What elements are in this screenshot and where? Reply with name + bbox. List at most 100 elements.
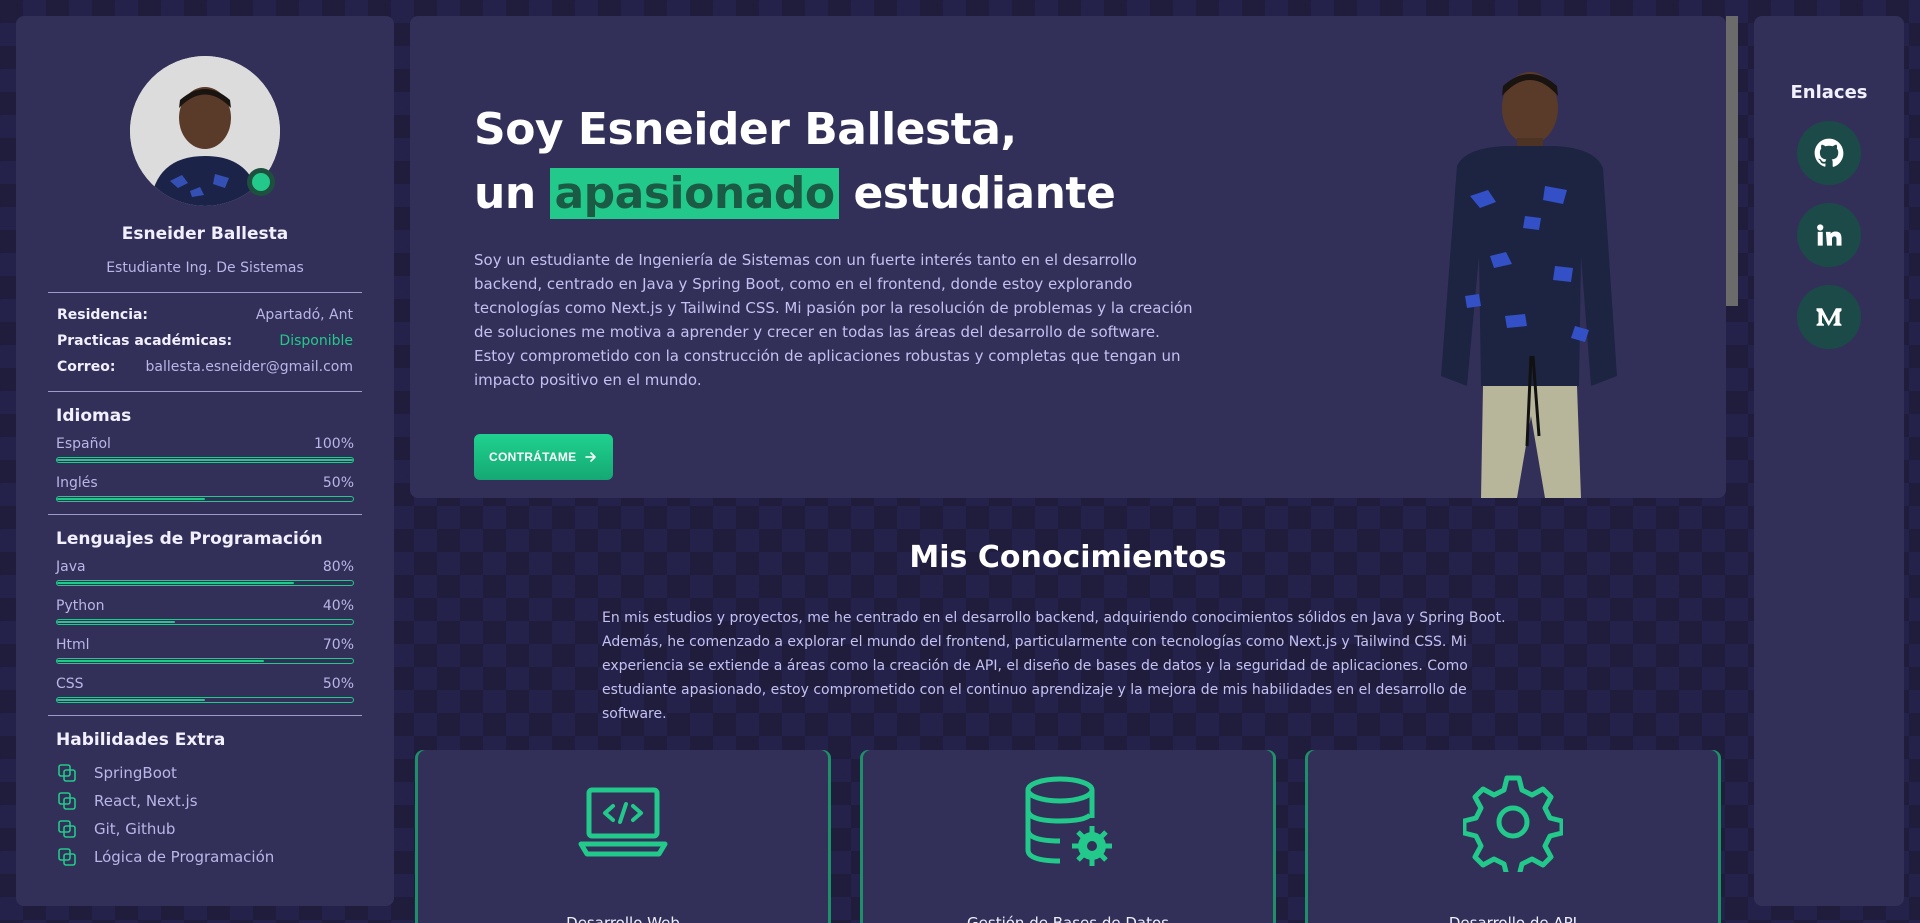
avatar xyxy=(130,56,280,206)
divider xyxy=(48,715,362,716)
skill-name: Html xyxy=(56,637,90,653)
links-title: Enlaces xyxy=(1790,82,1868,103)
skill-name: Java xyxy=(56,559,86,575)
hero-line-1: Soy Esneider Ballesta, xyxy=(474,104,1017,155)
knowledge-description: En mis estudios y proyectos, me he centr… xyxy=(602,610,1506,722)
database-gear-icon xyxy=(1025,776,1112,866)
hero-heading: Soy Esneider Ballesta, un apasionado est… xyxy=(474,98,1214,226)
gear-icon xyxy=(1463,775,1563,872)
hero-description: Soy un estudiante de Ingeniería de Siste… xyxy=(474,251,1193,389)
skill-name: Inglés xyxy=(56,475,98,491)
skill-bar-fill xyxy=(57,498,205,500)
profile-sidebar: Esneider Ballesta Estudiante Ing. De Sis… xyxy=(16,16,394,906)
skill-item: Español 100% xyxy=(56,436,354,463)
skill-name: CSS xyxy=(56,676,84,692)
languages-section: Idiomas Español 100% Inglés 50% xyxy=(56,406,354,502)
card-web-development[interactable]: Desarrollo Web xyxy=(418,750,828,923)
list-item: Lógica de Programación xyxy=(56,848,354,866)
skill-bar xyxy=(56,457,354,463)
info-residence: Residencia: Apartadó, Ant xyxy=(56,307,354,323)
skill-percent: 70% xyxy=(322,637,354,653)
extras-list: SpringBoot React, Next.js Git, Github Ló… xyxy=(56,764,354,866)
card-database-management[interactable]: Gestión de Bases de Datos xyxy=(863,750,1273,923)
arrow-right-icon xyxy=(585,452,597,462)
section-title: Idiomas xyxy=(56,406,132,426)
medium-link[interactable] xyxy=(1797,285,1861,349)
hire-me-label: CONTRÁTAME xyxy=(489,450,577,464)
info-label: Correo: xyxy=(57,359,116,375)
skill-bar-fill xyxy=(57,459,353,461)
hero-section: Soy Esneider Ballesta, un apasionado est… xyxy=(410,16,1726,498)
list-item: Git, Github xyxy=(56,820,354,838)
scrollbar[interactable] xyxy=(1726,16,1738,306)
laptop-code-icon xyxy=(578,787,668,857)
extra-skill-label: React, Next.js xyxy=(94,792,198,810)
linkedin-link[interactable] xyxy=(1797,203,1861,267)
skill-item: Inglés 50% xyxy=(56,475,354,502)
info-value: Apartadó, Ant xyxy=(255,307,353,323)
section-title: Habilidades Extra xyxy=(56,730,226,750)
skill-bar xyxy=(56,496,354,502)
linkedin-icon xyxy=(1817,224,1842,246)
hero-line-2-prefix: un xyxy=(474,168,536,219)
info-email: Correo: ballesta.esneider@gmail.com xyxy=(56,359,354,375)
skill-bar-fill xyxy=(57,582,294,584)
profile-info: Residencia: Apartadó, Ant Practicas acad… xyxy=(56,307,354,375)
skill-percent: 50% xyxy=(322,676,354,692)
skill-bar-fill xyxy=(57,621,176,623)
extra-skill-label: SpringBoot xyxy=(94,764,177,782)
knowledge-title: Mis Conocimientos xyxy=(909,540,1227,575)
copy-icon xyxy=(58,792,76,810)
skill-percent: 100% xyxy=(313,436,354,452)
skill-bar xyxy=(56,619,354,625)
card-title: Desarrollo de API xyxy=(1448,914,1578,923)
info-label: Residencia: xyxy=(57,307,149,323)
card-title: Desarrollo Web xyxy=(566,914,680,923)
section-title: Lenguajes de Programación xyxy=(56,529,323,549)
skill-bar xyxy=(56,658,354,664)
hero-portrait xyxy=(1441,72,1617,498)
skill-item: Python 40% xyxy=(56,598,354,625)
skill-bar xyxy=(56,697,354,703)
copy-icon xyxy=(58,764,76,782)
list-item: SpringBoot xyxy=(56,764,354,782)
main-content: Soy Esneider Ballesta, un apasionado est… xyxy=(410,16,1738,923)
info-value: Disponible xyxy=(279,333,353,349)
links-sidebar: Enlaces xyxy=(1754,16,1904,906)
github-link[interactable] xyxy=(1797,121,1861,185)
copy-icon xyxy=(58,848,76,866)
skill-name: Español xyxy=(56,436,111,452)
online-status-icon xyxy=(247,168,275,196)
extra-skill-label: Git, Github xyxy=(94,820,176,838)
skill-item: Java 80% xyxy=(56,559,354,586)
skill-bar-fill xyxy=(57,699,205,701)
programming-section: Lenguajes de Programación Java 80% Pytho… xyxy=(56,529,354,703)
skill-item: CSS 50% xyxy=(56,676,354,703)
skill-bar-fill xyxy=(57,660,265,662)
list-item: React, Next.js xyxy=(56,792,354,810)
skill-name: Python xyxy=(56,598,105,614)
hero-highlight: apasionado xyxy=(550,168,839,219)
skill-item: Html 70% xyxy=(56,637,354,664)
skill-percent: 40% xyxy=(322,598,354,614)
extra-skill-label: Lógica de Programación xyxy=(94,848,275,866)
hero-line-2-suffix: estudiante xyxy=(853,168,1116,219)
extras-section: Habilidades Extra SpringBoot React, Next… xyxy=(56,730,354,866)
skill-bar xyxy=(56,580,354,586)
skill-percent: 50% xyxy=(322,475,354,491)
profile-name: Esneider Ballesta xyxy=(121,224,289,244)
github-icon xyxy=(1814,138,1844,167)
divider xyxy=(48,514,362,515)
hire-me-button[interactable]: CONTRÁTAME xyxy=(474,434,614,480)
info-value: ballesta.esneider@gmail.com xyxy=(145,359,353,375)
copy-icon xyxy=(58,820,76,838)
info-label: Practicas académicas: xyxy=(57,333,233,349)
card-title: Gestión de Bases de Datos xyxy=(967,914,1169,923)
divider xyxy=(48,292,362,293)
card-api-development[interactable]: Desarrollo de API xyxy=(1308,750,1718,923)
skill-percent: 80% xyxy=(322,559,354,575)
divider xyxy=(48,391,362,392)
profile-role: Estudiante Ing. De Sistemas xyxy=(106,260,304,276)
medium-icon xyxy=(1816,308,1842,326)
info-internship: Practicas académicas: Disponible xyxy=(56,333,354,349)
